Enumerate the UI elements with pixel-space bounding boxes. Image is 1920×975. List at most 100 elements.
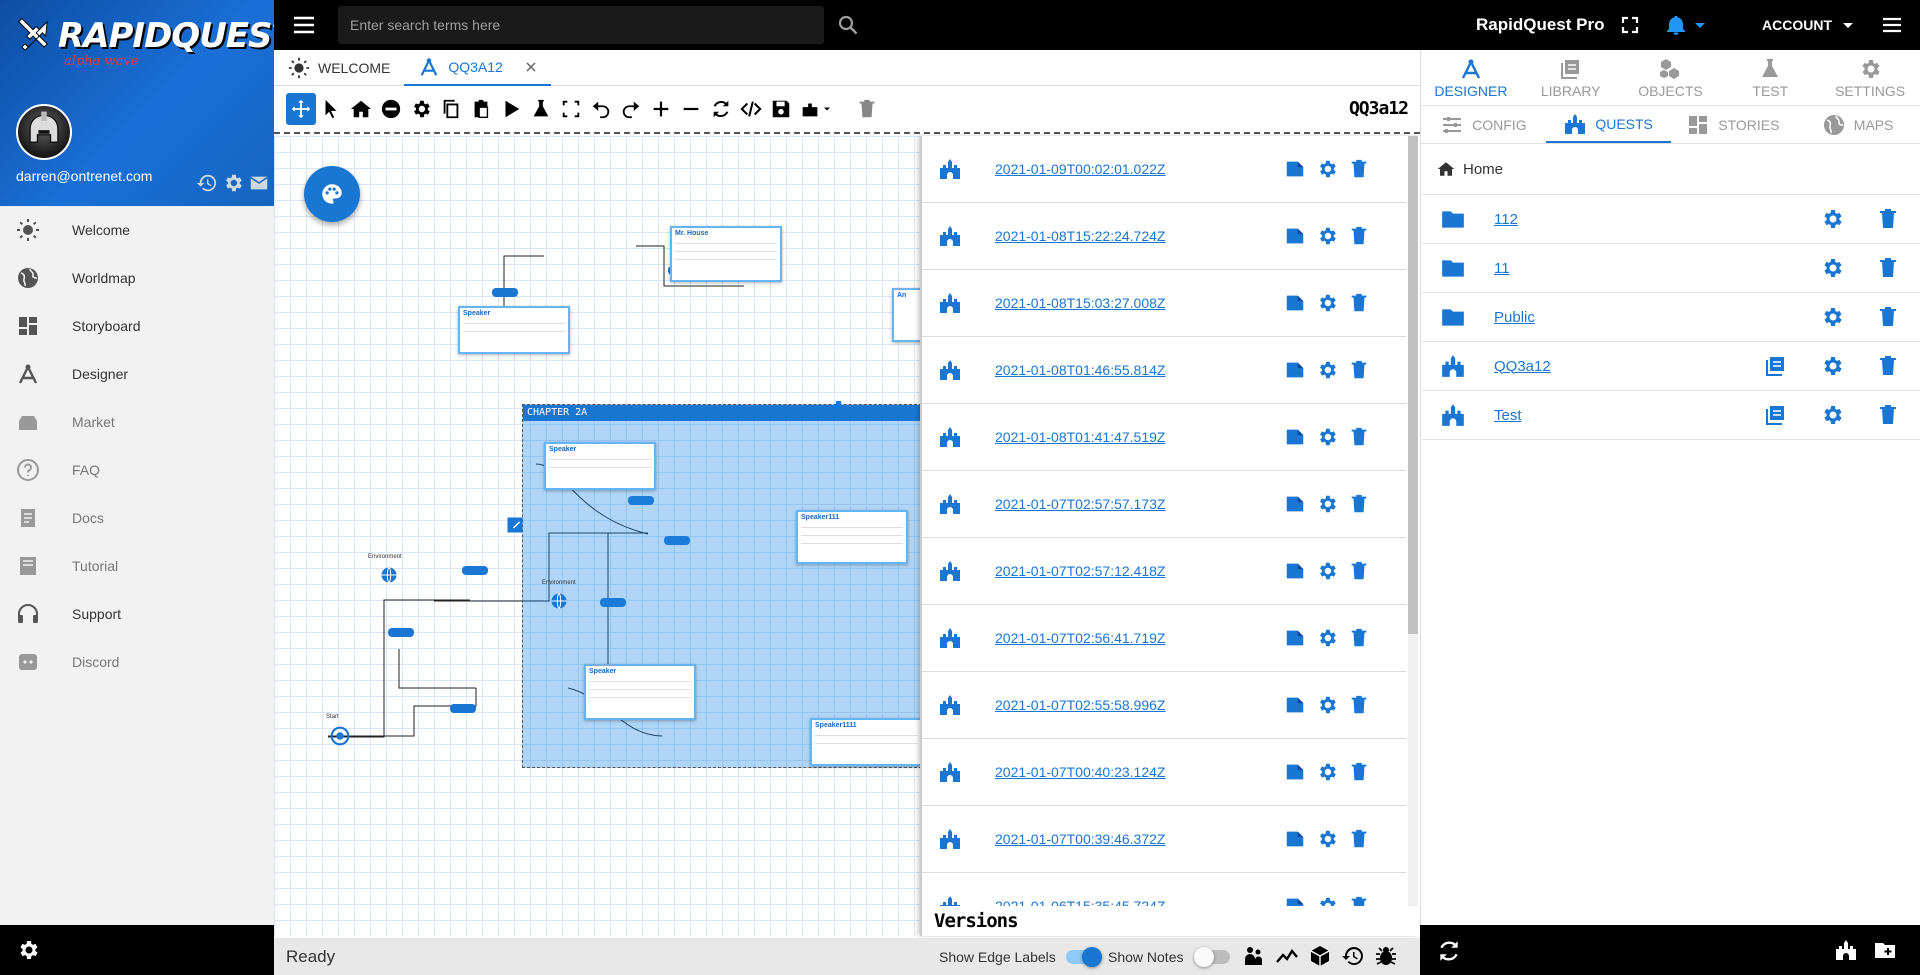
tab-qq3a12[interactable]: QQ3A12 bbox=[404, 50, 551, 86]
zoom-out-button[interactable] bbox=[676, 93, 706, 125]
trash-icon[interactable] bbox=[1348, 828, 1370, 850]
library-icon[interactable] bbox=[1764, 403, 1788, 427]
gear-icon[interactable] bbox=[1316, 560, 1338, 582]
item-name[interactable]: 112 bbox=[1494, 211, 1518, 228]
subtab-quests[interactable]: QUESTS bbox=[1545, 106, 1671, 143]
file-icon[interactable] bbox=[1284, 359, 1306, 381]
design-canvas[interactable]: CHAPTER 2A Speaker Mr. House An Speaker … bbox=[274, 136, 920, 936]
run-button[interactable] bbox=[496, 93, 526, 125]
file-icon[interactable] bbox=[1284, 895, 1306, 906]
menu-icon[interactable] bbox=[1880, 13, 1904, 37]
nav-item-worldmap[interactable]: Worldmap bbox=[0, 254, 274, 302]
folder-row[interactable]: 112 bbox=[1422, 195, 1920, 244]
trash-icon[interactable] bbox=[1876, 207, 1900, 231]
file-icon[interactable] bbox=[1284, 158, 1306, 180]
tab-settings[interactable]: SETTINGS bbox=[1820, 50, 1920, 105]
item-name[interactable]: 11 bbox=[1494, 260, 1510, 277]
notes-toggle[interactable] bbox=[1194, 947, 1230, 967]
version-link[interactable]: 2021-01-07T02:56:41.719Z bbox=[995, 630, 1165, 646]
version-link[interactable]: 2021-01-07T02:57:12.418Z bbox=[995, 563, 1165, 579]
file-icon[interactable] bbox=[1284, 426, 1306, 448]
close-icon[interactable] bbox=[525, 61, 537, 73]
gear-icon[interactable] bbox=[222, 172, 244, 194]
trash-icon[interactable] bbox=[1348, 493, 1370, 515]
edge-label[interactable] bbox=[492, 288, 518, 297]
gear-icon[interactable] bbox=[1820, 305, 1844, 329]
trash-icon[interactable] bbox=[1876, 403, 1900, 427]
gear-icon[interactable] bbox=[1820, 354, 1844, 378]
version-row[interactable]: 2021-01-07T02:55:58.996Z bbox=[922, 672, 1406, 739]
tab-test[interactable]: TEST bbox=[1720, 50, 1820, 105]
version-link[interactable]: 2021-01-06T15:35:45.724Z bbox=[995, 898, 1165, 906]
gear-icon[interactable] bbox=[1316, 694, 1338, 716]
edge-labels-toggle[interactable] bbox=[1066, 947, 1102, 967]
version-row[interactable]: 2021-01-07T02:57:57.173Z bbox=[922, 471, 1406, 538]
file-icon[interactable] bbox=[1284, 627, 1306, 649]
dialog-node[interactable]: Speaker bbox=[458, 306, 570, 354]
refresh-button[interactable] bbox=[706, 93, 736, 125]
dialog-node[interactable]: An bbox=[892, 288, 920, 342]
fullscreen-icon[interactable] bbox=[1618, 13, 1642, 37]
people-icon[interactable] bbox=[1242, 944, 1266, 968]
trash-icon[interactable] bbox=[1348, 694, 1370, 716]
globe-icon[interactable] bbox=[550, 592, 568, 610]
file-icon[interactable] bbox=[1284, 828, 1306, 850]
dialog-node[interactable]: Speaker111 bbox=[796, 510, 908, 564]
gear-icon[interactable] bbox=[1316, 493, 1338, 515]
folder-row[interactable]: 11 bbox=[1422, 244, 1920, 293]
bell-icon[interactable] bbox=[1664, 13, 1688, 37]
version-row[interactable]: 2021-01-07T00:40:23.124Z bbox=[922, 739, 1406, 806]
home-button[interactable] bbox=[346, 93, 376, 125]
tab-objects[interactable]: OBJECTS bbox=[1621, 50, 1721, 105]
subtab-maps[interactable]: MAPS bbox=[1795, 106, 1920, 143]
chevron-down-icon[interactable] bbox=[1836, 13, 1860, 37]
gear-icon[interactable] bbox=[1316, 627, 1338, 649]
breadcrumb-home[interactable]: Home bbox=[1463, 161, 1503, 178]
chevron-down-icon[interactable] bbox=[1688, 13, 1712, 37]
version-row[interactable]: 2021-01-07T02:57:12.418Z bbox=[922, 538, 1406, 605]
dialog-node[interactable]: Mr. House bbox=[670, 226, 782, 282]
bug-icon[interactable] bbox=[1374, 944, 1398, 968]
gear-icon[interactable] bbox=[1820, 207, 1844, 231]
castle-icon[interactable] bbox=[1834, 938, 1858, 962]
version-row[interactable]: 2021-01-08T15:22:24.724Z bbox=[922, 203, 1406, 270]
item-name[interactable]: QQ3a12 bbox=[1494, 358, 1551, 375]
version-link[interactable]: 2021-01-09T00:02:01.022Z bbox=[995, 161, 1165, 177]
trash-icon[interactable] bbox=[1348, 225, 1370, 247]
trash-icon[interactable] bbox=[1876, 354, 1900, 378]
gear-icon[interactable] bbox=[1316, 895, 1338, 906]
home-icon[interactable] bbox=[1437, 160, 1455, 178]
version-row[interactable]: 2021-01-08T01:46:55.814Z bbox=[922, 337, 1406, 404]
zoom-in-button[interactable] bbox=[646, 93, 676, 125]
undo-button[interactable] bbox=[586, 93, 616, 125]
file-icon[interactable] bbox=[1284, 560, 1306, 582]
test-button[interactable] bbox=[526, 93, 556, 125]
new-folder-icon[interactable] bbox=[1872, 938, 1898, 962]
remove-button[interactable] bbox=[376, 93, 406, 125]
tab-library[interactable]: LIBRARY bbox=[1521, 50, 1621, 105]
paste-button[interactable] bbox=[466, 93, 496, 125]
copy-button[interactable] bbox=[436, 93, 466, 125]
plugin-button[interactable] bbox=[796, 93, 836, 125]
edge-label[interactable] bbox=[388, 628, 414, 637]
trash-icon[interactable] bbox=[1876, 256, 1900, 280]
dialog-node[interactable]: Speaker bbox=[544, 442, 656, 490]
nav-item-welcome[interactable]: Welcome bbox=[0, 206, 274, 254]
refresh-icon[interactable] bbox=[1436, 938, 1462, 964]
tab-designer[interactable]: DESIGNER bbox=[1421, 50, 1521, 105]
gear-icon[interactable] bbox=[16, 938, 40, 962]
gear-icon[interactable] bbox=[1316, 225, 1338, 247]
nav-item-tutorial[interactable]: Tutorial bbox=[0, 542, 274, 590]
gear-icon[interactable] bbox=[1316, 158, 1338, 180]
trash-icon[interactable] bbox=[1348, 292, 1370, 314]
note-icon[interactable] bbox=[506, 516, 524, 534]
globe-icon[interactable] bbox=[380, 566, 398, 584]
avatar[interactable] bbox=[16, 104, 72, 160]
history-icon[interactable] bbox=[196, 172, 218, 194]
subtab-config[interactable]: CONFIG bbox=[1421, 106, 1546, 143]
gear-icon[interactable] bbox=[1316, 426, 1338, 448]
quest-row[interactable]: Test bbox=[1422, 391, 1920, 440]
file-icon[interactable] bbox=[1284, 694, 1306, 716]
settings-button[interactable] bbox=[406, 93, 436, 125]
nav-item-discord[interactable]: Discord bbox=[0, 638, 274, 686]
